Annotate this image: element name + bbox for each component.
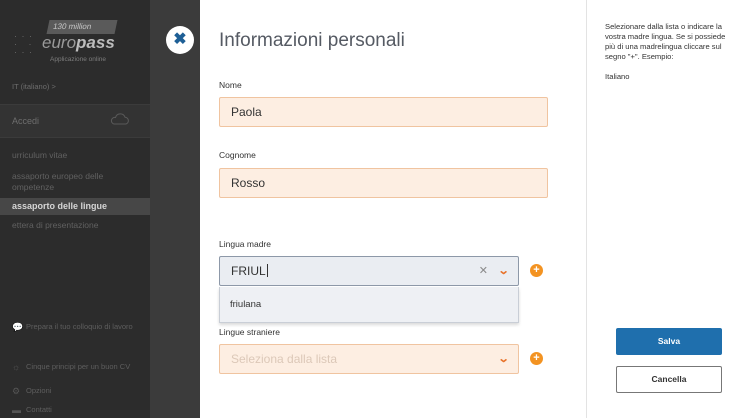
tip-interview-label: Prepara il tuo colloquio di lavoro bbox=[26, 322, 133, 331]
mother-tongue-input[interactable]: FRIUL ✕ ⌄ bbox=[219, 256, 519, 286]
text-caret bbox=[266, 264, 268, 277]
surname-field[interactable]: Rosso bbox=[219, 168, 548, 198]
help-text: Selezionare dalla lista o indicare la vo… bbox=[605, 22, 726, 61]
sidebar-contacts[interactable]: ▬ Contatti bbox=[12, 405, 142, 415]
sidebar-options[interactable]: ⚙ Opzioni bbox=[12, 386, 142, 396]
name-value: Paola bbox=[231, 105, 262, 119]
logo-brand: europass bbox=[42, 33, 115, 52]
chevron-down-icon[interactable]: ⌄ bbox=[497, 345, 509, 373]
foreign-languages-label: Lingue straniere bbox=[219, 327, 280, 337]
surname-label: Cognome bbox=[219, 150, 256, 160]
autocomplete-dropdown: friulana bbox=[219, 287, 519, 323]
close-button[interactable]: ✖ bbox=[166, 26, 194, 54]
add-mother-tongue-button[interactable]: + bbox=[530, 264, 543, 277]
sidebar-tip-cv-principles[interactable]: ☼ Cinque principi per un buon CV bbox=[12, 362, 142, 372]
add-foreign-language-button[interactable]: + bbox=[530, 352, 543, 365]
personal-info-modal: Informazioni personali Nome Paola Cognom… bbox=[200, 0, 586, 418]
language-selector[interactable]: IT (italiano) > bbox=[12, 82, 56, 91]
mother-tongue-label: Lingua madre bbox=[219, 239, 271, 249]
tip-cv-label: Cinque principi per un buon CV bbox=[26, 362, 131, 371]
eu-stars-icon: · · · · · · · · bbox=[14, 31, 33, 57]
modal-title: Informazioni personali bbox=[219, 30, 405, 51]
logo-badge: 130 million bbox=[46, 20, 118, 34]
suggestion-option[interactable]: friulana bbox=[230, 299, 261, 310]
help-example: Italiano bbox=[605, 72, 630, 81]
sidebar-item-cover-letter[interactable]: ettera di presentazione bbox=[12, 220, 142, 231]
sidebar-item-skills-passport[interactable]: assaporto europeo delle ompetenze bbox=[12, 171, 142, 193]
chat-icon: 💬 bbox=[12, 322, 24, 332]
foreign-languages-select[interactable]: Seleziona dalla lista ⌄ bbox=[219, 344, 519, 374]
foreign-languages-placeholder: Seleziona dalla lista bbox=[231, 352, 338, 366]
help-panel: Selezionare dalla lista o indicare la vo… bbox=[587, 0, 730, 418]
app-root: 130 million · · · · · · · · europass Appli… bbox=[0, 0, 730, 418]
name-label: Nome bbox=[219, 80, 242, 90]
clear-icon[interactable]: ✕ bbox=[479, 257, 488, 285]
options-label: Opzioni bbox=[26, 386, 52, 395]
bulb-icon: ☼ bbox=[12, 362, 21, 372]
europass-logo[interactable]: 130 million · · · · · · · · europass Appli… bbox=[14, 18, 124, 64]
cloud-icon bbox=[110, 113, 129, 125]
name-field[interactable]: Paola bbox=[219, 97, 548, 127]
sidebar-item-language-passport[interactable]: assaporto delle lingue bbox=[12, 201, 107, 211]
mother-tongue-value: FRIUL bbox=[231, 264, 266, 278]
modal-backdrop bbox=[150, 0, 200, 418]
cancel-button[interactable]: Cancella bbox=[616, 366, 722, 393]
sidebar-tip-interview[interactable]: 💬 Prepara il tuo colloquio di lavoro bbox=[12, 322, 142, 332]
message-icon: ▬ bbox=[12, 405, 21, 415]
sidebar-item-curriculum-vitae[interactable]: urriculum vitae bbox=[12, 150, 142, 161]
chevron-down-icon[interactable]: ⌄ bbox=[497, 257, 509, 285]
gear-icon: ⚙ bbox=[12, 386, 21, 396]
contacts-label: Contatti bbox=[26, 405, 52, 414]
login-label[interactable]: Accedi bbox=[12, 116, 39, 126]
save-button[interactable]: Salva bbox=[616, 328, 722, 355]
logo-subtitle: Applicazione online bbox=[50, 56, 107, 63]
surname-value: Rosso bbox=[231, 176, 266, 190]
sidebar: 130 million · · · · · · · · europass Appli… bbox=[0, 0, 150, 418]
